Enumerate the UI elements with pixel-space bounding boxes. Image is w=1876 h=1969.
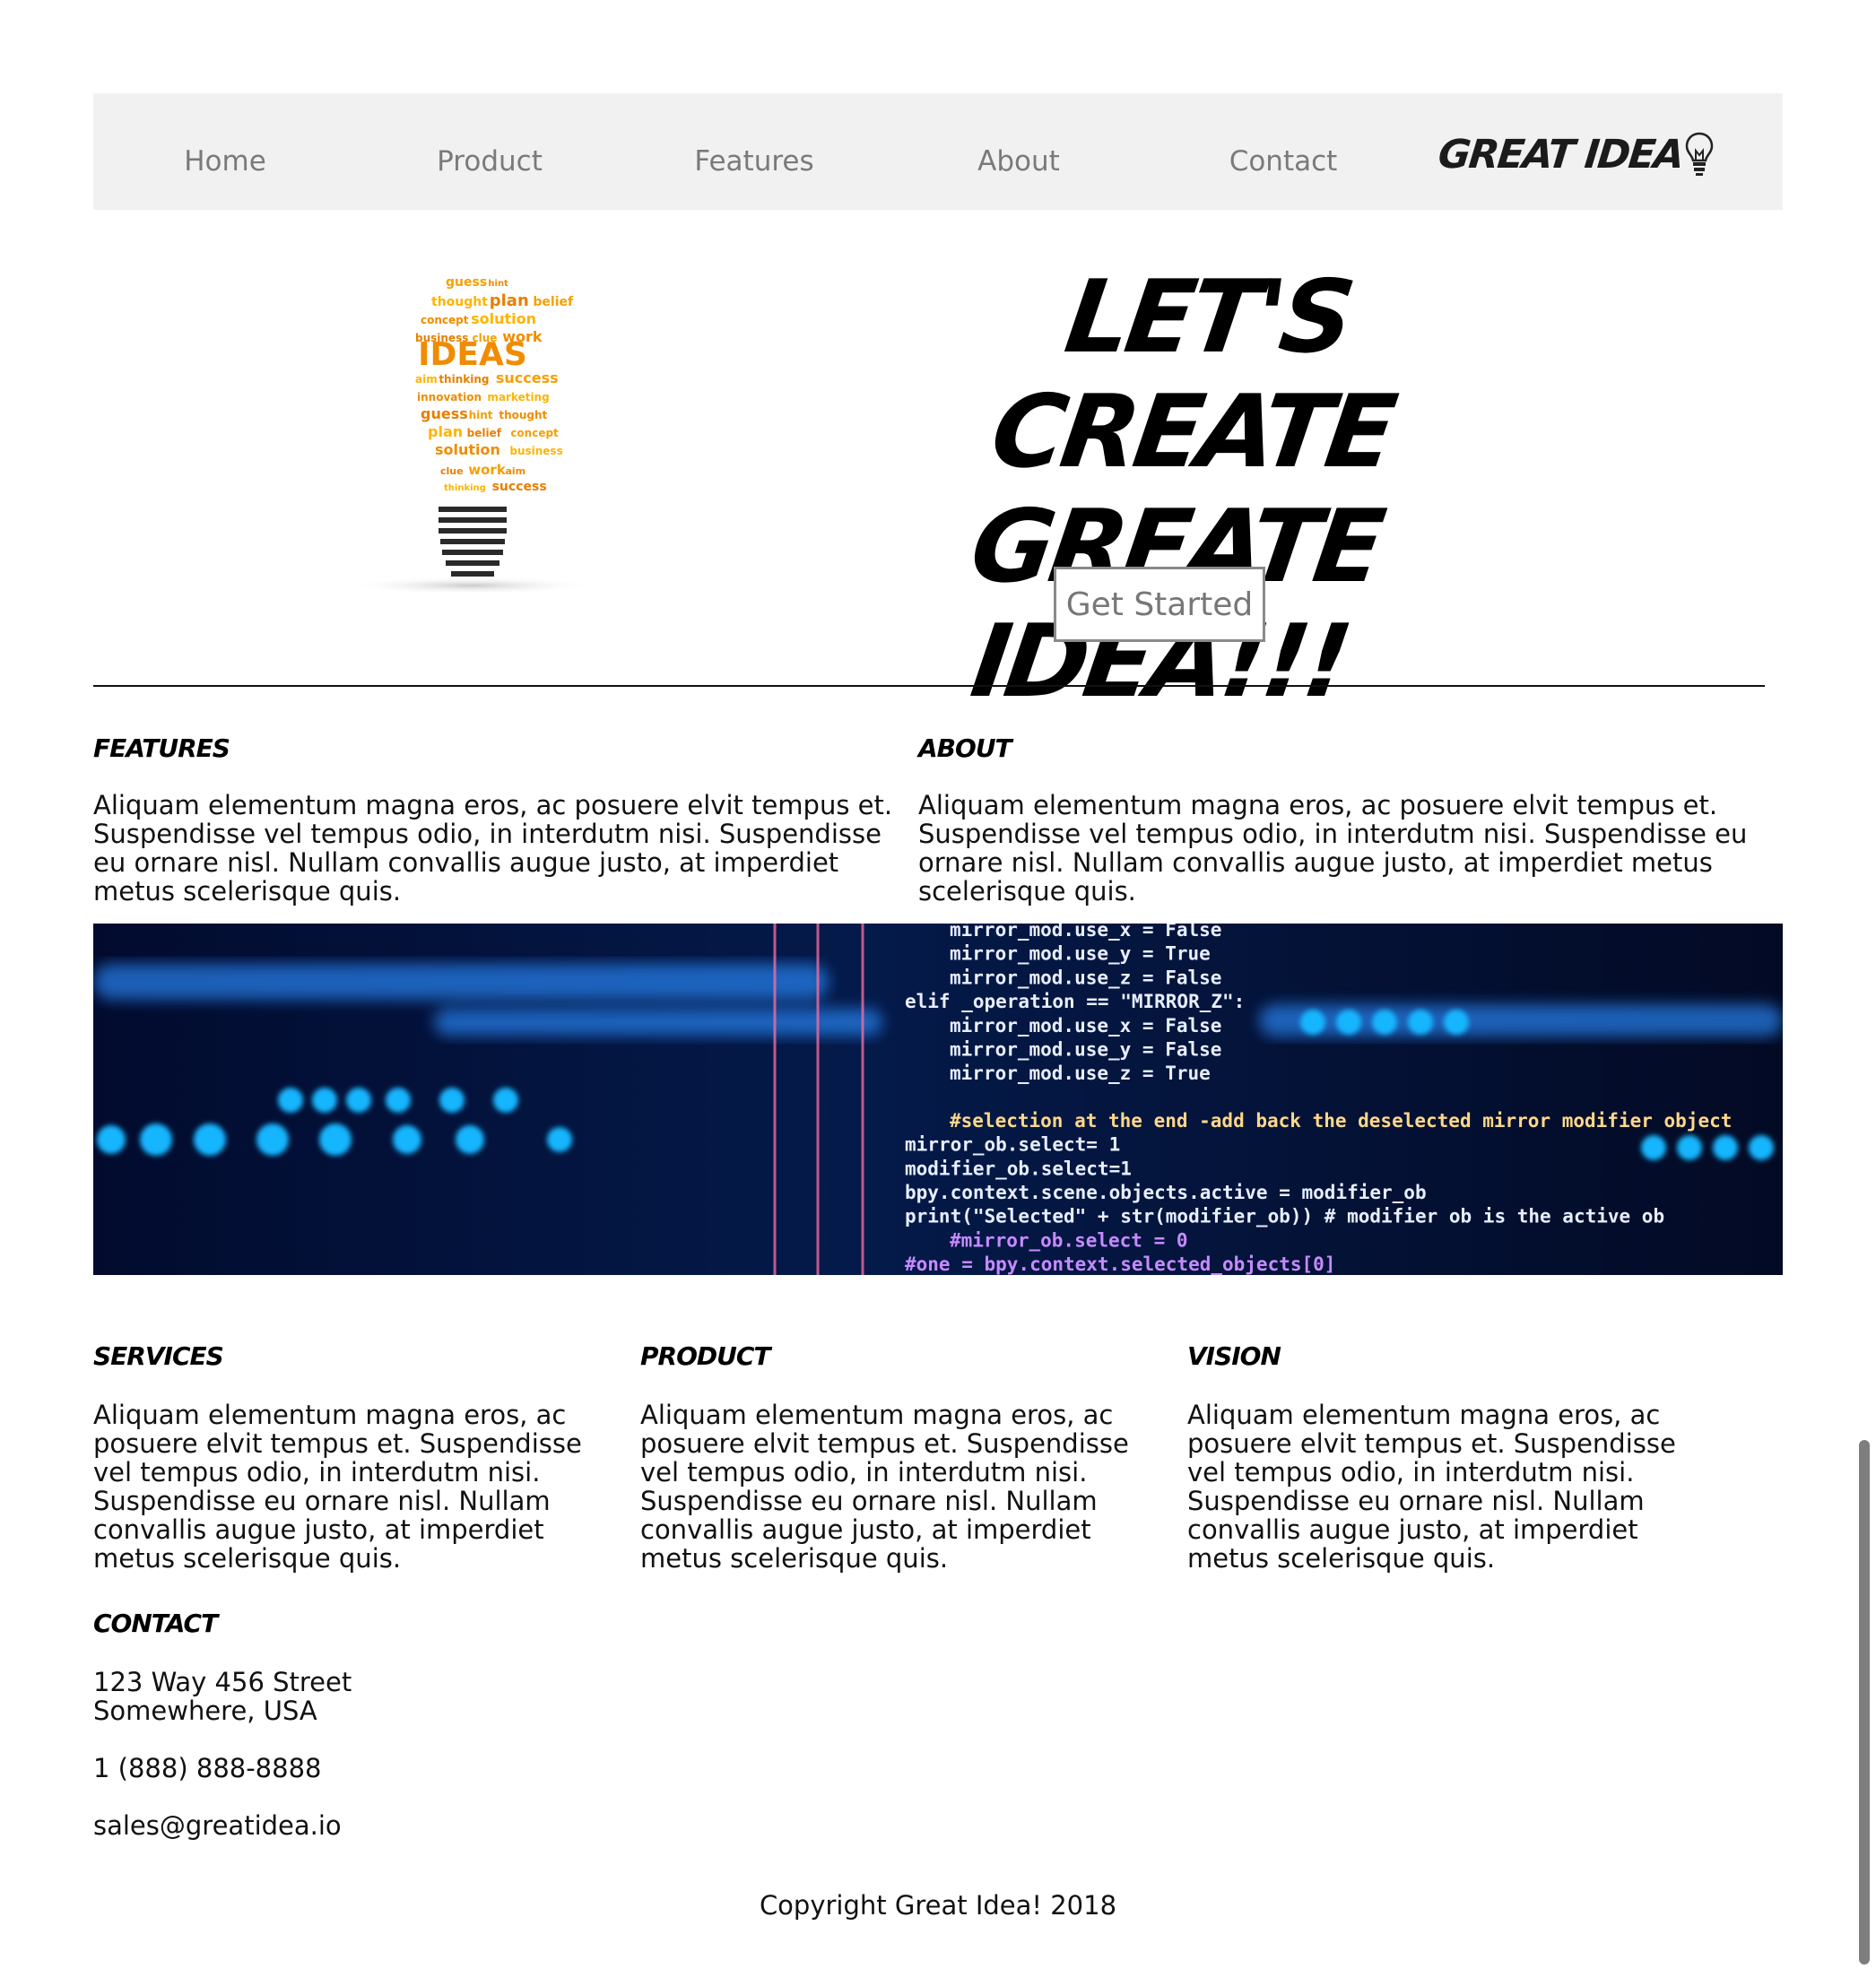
code-line: mirror_mod.use_z = False xyxy=(950,967,1221,988)
contact-address-line1: 123 Way 456 Street xyxy=(93,1667,352,1697)
contact-phone[interactable]: 1 (888) 888-8888 xyxy=(93,1754,322,1783)
footer-copyright: Copyright Great Idea! 2018 xyxy=(759,1890,1117,1921)
ideas-word: IDEAS xyxy=(418,336,527,373)
cloud-word: success xyxy=(492,480,547,494)
product-text: Aliquam elementum magna eros, ac posuere… xyxy=(640,1400,1129,1574)
code-line: print("Selected" + str(modifier_ob)) # m… xyxy=(905,1206,1664,1227)
nav-link-features[interactable]: Features xyxy=(694,145,813,178)
nav-link-product[interactable]: Product xyxy=(437,145,543,178)
section-divider xyxy=(93,685,1765,687)
code-line: mirror_mod.use_z = True xyxy=(950,1063,1211,1084)
nav-link-about[interactable]: About xyxy=(977,145,1060,178)
vision-text: Aliquam elementum magna eros, ac posuere… xyxy=(1187,1400,1676,1574)
code-banner-image: mirror_mod.use_x = False mirror_mod.use_y… xyxy=(93,924,1783,1275)
code-line: modifier_ob.select=1 xyxy=(905,1158,1132,1179)
cloud-word: concept xyxy=(421,314,469,326)
cloud-word: aim xyxy=(415,373,438,386)
features-text: Aliquam elementum magna eros, ac posuere… xyxy=(93,790,893,906)
vision-heading: VISION xyxy=(1187,1341,1281,1371)
cloud-word: clue xyxy=(440,465,464,477)
cloud-word: guess xyxy=(446,275,487,290)
cloud-word: marketing xyxy=(487,391,549,403)
code-banner-art: mirror_mod.use_x = Falsemirror_mod.use_y… xyxy=(93,924,1783,1275)
cloud-word: solution xyxy=(471,310,536,327)
hero-title-line1: LET'S CREATE xyxy=(984,259,1400,490)
code-line: bpy.context.scene.objects.active = modif… xyxy=(905,1182,1427,1203)
services-text: Aliquam elementum magna eros, ac posuere… xyxy=(93,1400,582,1574)
cloud-word: belief xyxy=(533,295,574,309)
cloud-word: thinking xyxy=(444,483,486,493)
cloud-word: work xyxy=(468,462,507,478)
top-nav: Home Product Features About Contact GREA… xyxy=(93,93,1783,210)
about-text: Aliquam elementum magna eros, ac posuere… xyxy=(918,790,1748,906)
code-line: elif _operation == "MIRROR_Z": xyxy=(905,991,1245,1012)
cloud-word: guess xyxy=(421,405,468,422)
features-heading: FEATURES xyxy=(93,733,230,763)
cloud-word: innovation xyxy=(417,391,482,403)
cloud-word: solution xyxy=(435,441,500,458)
code-line: mirror_mod.use_x = False xyxy=(950,1015,1221,1037)
code-line: #one = bpy.context.selected_objects[0] xyxy=(905,1253,1335,1275)
cloud-word: hint xyxy=(488,279,508,289)
get-started-button[interactable]: Get Started xyxy=(1054,567,1265,642)
code-line: mirror_ob.select= 1 xyxy=(905,1134,1120,1156)
nav-link-contact[interactable]: Contact xyxy=(1229,145,1338,178)
code-line: #mirror_ob.select = 0 xyxy=(950,1229,1188,1251)
code-line: mirror_mod.use_y = True xyxy=(950,943,1211,965)
ideas-lightbulb-illustration: guess hintthought plan beliefconcept solutio… xyxy=(345,275,596,594)
services-heading: SERVICES xyxy=(93,1341,224,1371)
cloud-word: business xyxy=(509,445,562,457)
code-line: #selection at the end -add back the dese… xyxy=(950,1110,1732,1132)
cloud-word: plan xyxy=(490,291,529,310)
cloud-word: concept xyxy=(510,427,559,439)
cloud-word: aim xyxy=(505,465,525,477)
cloud-word: thought xyxy=(499,409,547,421)
cloud-word: thought xyxy=(431,295,488,309)
cloud-word: thinking xyxy=(439,373,489,386)
contact-email[interactable]: sales@greatidea.io xyxy=(93,1811,342,1840)
code-line: mirror_mod.use_y = False xyxy=(950,1039,1221,1061)
cloud-word: hint xyxy=(469,409,493,421)
contact-heading: CONTACT xyxy=(93,1609,218,1638)
product-heading: PRODUCT xyxy=(640,1341,771,1371)
brand-logo[interactable]: GREAT IDEA xyxy=(1436,127,1715,181)
contact-address-line2: Somewhere, USA xyxy=(93,1696,317,1726)
page-scrollbar[interactable] xyxy=(1859,1440,1870,1965)
hero-title: LET'S CREATE GREATE IDEA!!! xyxy=(811,259,1557,720)
code-line: mirror_mod.use_x = False xyxy=(950,924,1221,941)
cloud-word: plan xyxy=(428,423,463,440)
nav-link-home[interactable]: Home xyxy=(184,145,266,178)
lightbulb-icon xyxy=(1685,132,1714,176)
cloud-word: belief xyxy=(467,427,502,439)
about-heading: ABOUT xyxy=(918,733,1012,763)
brand-name: GREAT IDEA xyxy=(1436,131,1685,178)
